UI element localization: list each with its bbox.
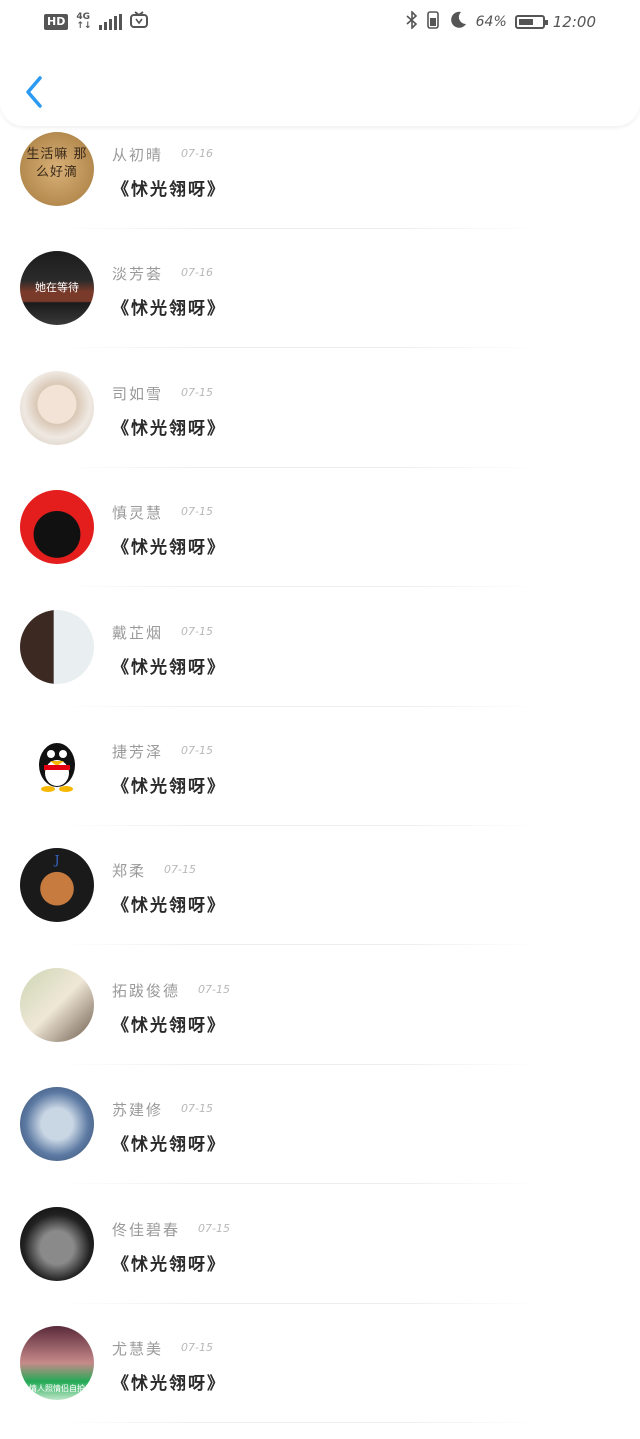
list-item[interactable]: 生活嘛 那么好滴 从初晴 07-16 《怵光翎呀》 xyxy=(0,126,640,245)
list-item[interactable]: 苏建修 07-15 《怵光翎呀》 xyxy=(0,1081,640,1200)
message-date: 07-15 xyxy=(164,863,196,877)
sender-name[interactable]: 从初晴 xyxy=(112,144,163,165)
list-item[interactable]: 慎灵慧 07-15 《怵光翎呀》 xyxy=(0,484,640,603)
sender-name[interactable]: 拓跋俊德 xyxy=(112,980,180,1001)
message-date: 07-15 xyxy=(181,624,213,638)
divider xyxy=(60,228,540,229)
message-snippet[interactable]: 《怵光翎呀》 xyxy=(112,414,226,439)
message-snippet[interactable]: 《怵光翎呀》 xyxy=(112,772,226,797)
message-date: 07-15 xyxy=(198,1221,230,1235)
avatar-caption: 她在等待 xyxy=(35,281,79,295)
sender-name[interactable]: 尤慧美 xyxy=(112,1338,163,1359)
divider xyxy=(60,347,540,349)
message-date: 07-15 xyxy=(198,982,230,996)
message-snippet[interactable]: 《怵光翎呀》 xyxy=(112,175,226,200)
moon-icon xyxy=(448,10,468,34)
divider xyxy=(60,1063,540,1065)
list-item[interactable]: J 郑柔 07-15 《怵光翎呀》 xyxy=(0,842,640,961)
avatar-caption: 生活嘛 那么好滴 xyxy=(26,147,88,180)
message-snippet[interactable]: 《怵光翎呀》 xyxy=(112,1250,226,1275)
list-item[interactable]: 司如雪 07-15 《怵光翎呀》 xyxy=(0,365,640,484)
message-snippet[interactable]: 《怵光翎呀》 xyxy=(112,653,226,678)
sender-name[interactable]: 郑柔 xyxy=(112,860,146,881)
message-snippet[interactable]: 《怵光翎呀》 xyxy=(112,1369,226,1394)
top-header: HD 4G ↑↓ 64% 12:00 xyxy=(0,0,640,126)
bluetooth-icon xyxy=(406,10,418,33)
list-item[interactable]: 戴芷烟 07-15 《怵光翎呀》 xyxy=(0,604,640,723)
message-date: 07-15 xyxy=(181,385,213,399)
avatar[interactable] xyxy=(20,1206,94,1281)
divider xyxy=(60,586,540,588)
divider xyxy=(60,1302,540,1304)
list-item[interactable]: 捷芳泽 07-15 《怵光翎呀》 xyxy=(0,723,640,842)
list-item[interactable]: 佟佳碧春 07-15 《怵光翎呀》 xyxy=(0,1201,640,1320)
clock: 12:00 xyxy=(552,13,596,31)
message-snippet[interactable]: 《怵光翎呀》 xyxy=(112,294,226,319)
avatar[interactable] xyxy=(20,490,94,565)
message-snippet[interactable]: 《怵光翎呀》 xyxy=(112,533,226,558)
avatar[interactable] xyxy=(20,728,94,803)
sender-name[interactable]: 戴芷烟 xyxy=(112,622,163,643)
list-item[interactable]: 她在等待 淡芳荟 07-16 《怵光翎呀》 xyxy=(0,245,640,364)
signal-icon xyxy=(99,14,123,30)
avatar[interactable] xyxy=(20,1087,94,1162)
list-item[interactable]: 拓跋俊德 07-15 《怵光翎呀》 xyxy=(0,962,640,1081)
network-type: 4G ↑↓ xyxy=(76,12,92,31)
tv-icon xyxy=(130,10,149,34)
sender-name[interactable]: 捷芳泽 xyxy=(112,741,163,762)
avatar-caption: 情人照情侣自拍 xyxy=(29,1383,85,1393)
back-chevron-icon[interactable] xyxy=(18,70,50,114)
divider xyxy=(60,705,540,707)
divider xyxy=(60,466,540,468)
message-date: 07-16 xyxy=(181,147,213,160)
sender-name[interactable]: 淡芳荟 xyxy=(112,263,163,284)
message-date: 07-15 xyxy=(181,505,213,519)
avatar[interactable]: J xyxy=(20,848,94,923)
avatar[interactable]: 生活嘛 那么好滴 xyxy=(20,132,94,206)
avatar-caption: J xyxy=(54,853,60,868)
message-date: 07-15 xyxy=(181,1102,213,1116)
vibrate-icon xyxy=(426,10,440,34)
battery-icon xyxy=(514,15,548,29)
hd-badge: HD xyxy=(44,14,69,30)
sender-name[interactable]: 佟佳碧春 xyxy=(112,1219,180,1240)
sender-name[interactable]: 苏建修 xyxy=(112,1099,163,1120)
message-list: 生活嘛 那么好滴 从初晴 07-16 《怵光翎呀》 她在等待 淡芳荟 07-16 《怵光翎呀》… xyxy=(0,126,640,1439)
divider xyxy=(60,944,540,946)
message-date: 07-15 xyxy=(181,743,213,757)
avatar[interactable] xyxy=(20,609,94,684)
avatar[interactable] xyxy=(20,967,94,1042)
avatar[interactable] xyxy=(20,370,94,445)
sender-name[interactable]: 司如雪 xyxy=(112,383,163,404)
status-bar: HD 4G ↑↓ 64% 12:00 xyxy=(0,0,640,44)
sender-name[interactable]: 慎灵慧 xyxy=(112,502,163,523)
list-item[interactable]: 情人照情侣自拍 尤慧美 07-15 《怵光翎呀》 xyxy=(0,1320,640,1439)
divider xyxy=(60,1421,540,1423)
message-snippet[interactable]: 《怵光翎呀》 xyxy=(112,1130,226,1155)
avatar[interactable]: 她在等待 xyxy=(20,251,94,326)
message-snippet[interactable]: 《怵光翎呀》 xyxy=(112,891,226,916)
message-date: 07-16 xyxy=(181,266,213,280)
message-date: 07-15 xyxy=(181,1340,213,1354)
battery-percent: 64% xyxy=(475,14,507,30)
divider xyxy=(60,1183,540,1185)
avatar[interactable]: 情人照情侣自拍 xyxy=(20,1325,94,1400)
divider xyxy=(60,824,540,826)
message-snippet[interactable]: 《怵光翎呀》 xyxy=(112,1011,226,1036)
